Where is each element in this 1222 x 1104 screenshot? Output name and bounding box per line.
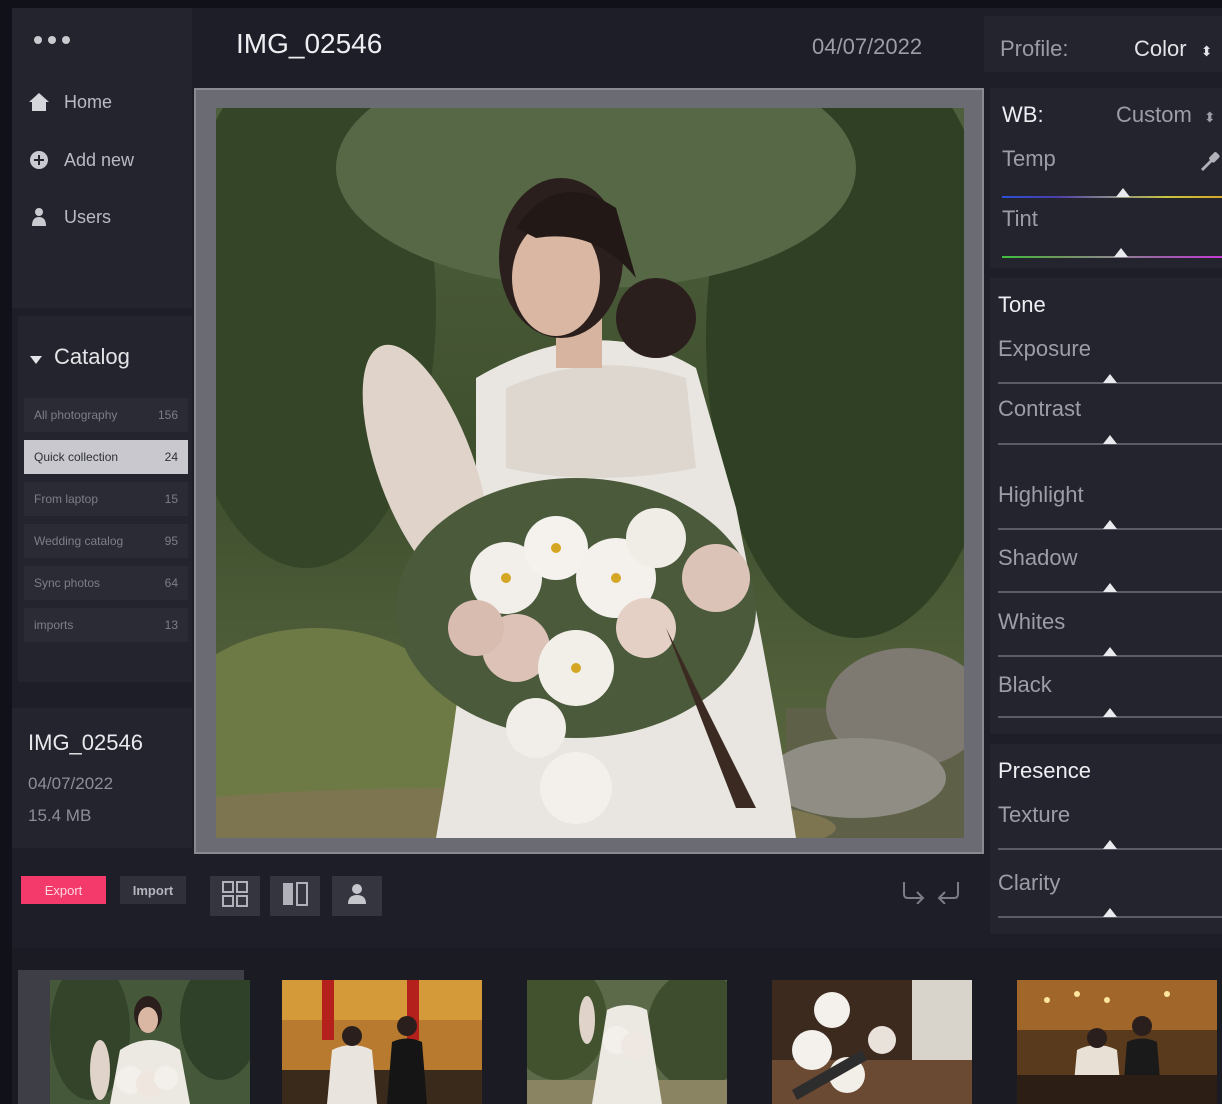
catalog-item-all-photography[interactable]: All photography 156: [24, 398, 188, 432]
home-icon: [28, 91, 50, 113]
main-photo[interactable]: [216, 108, 964, 838]
catalog-item-label: Wedding catalog: [34, 534, 124, 548]
caret-down-icon: [30, 344, 42, 370]
exposure-slider-thumb[interactable]: [1103, 374, 1117, 383]
user-icon: [28, 206, 50, 228]
presence-panel: Presence Texture Clarity: [990, 744, 1222, 934]
exposure-label: Exposure: [998, 336, 1091, 361]
shadow-slider-thumb[interactable]: [1103, 583, 1117, 592]
whites-slider-thumb[interactable]: [1103, 647, 1117, 656]
thumbnail-4[interactable]: [772, 980, 972, 1104]
file-info-date: 04/07/2022: [28, 774, 114, 793]
tint-slider-thumb[interactable]: [1113, 248, 1128, 257]
photo-editor-window: Home Add new Users Catalog All photograp…: [12, 8, 1222, 1104]
catalog-list: All photography 156 Quick collection 24 …: [24, 398, 188, 650]
catalog-item-quick-collection[interactable]: Quick collection 24: [24, 440, 188, 474]
undo-icon[interactable]: [934, 880, 962, 911]
catalog-item-count: 13: [164, 618, 178, 632]
redo-icon[interactable]: [900, 880, 928, 911]
catalog-item-from-laptop[interactable]: From laptop 15: [24, 482, 188, 516]
white-balance-panel: WB: Custom ⬍ Temp Tint: [990, 88, 1222, 268]
contrast-label: Contrast: [998, 396, 1082, 421]
tint-label: Tint: [1002, 206, 1038, 231]
select-arrows-icon: ⬍: [1200, 43, 1213, 59]
catalog-item-label: imports: [34, 618, 74, 632]
profile-label: Profile:: [1000, 36, 1069, 61]
temp-slider-thumb[interactable]: [1116, 188, 1130, 197]
compare-view-button[interactable]: [270, 876, 320, 916]
eyedropper-icon[interactable]: [1198, 150, 1220, 177]
wb-select[interactable]: Custom ⬍: [1116, 102, 1216, 128]
texture-slider-thumb[interactable]: [1103, 840, 1117, 849]
thumbnail-2[interactable]: [282, 980, 482, 1104]
catalog-item-count: 15: [164, 492, 178, 506]
shadow-label: Shadow: [998, 545, 1078, 570]
file-info-panel: IMG_02546 04/07/2022 15.4 MB: [12, 708, 192, 848]
profile-bar: Profile: Color ⬍: [984, 16, 1222, 72]
catalog-item-label: Sync photos: [34, 576, 101, 590]
wb-value: Custom: [1116, 102, 1192, 127]
thumbnail-1[interactable]: [50, 980, 250, 1104]
thumbnail-3[interactable]: [527, 980, 727, 1104]
presence-title: Presence: [998, 758, 1091, 783]
catalog-panel: Catalog All photography 156 Quick collec…: [18, 316, 192, 682]
nav-item-users[interactable]: Users: [28, 203, 111, 231]
catalog-item-count: 24: [164, 450, 178, 464]
filmstrip: [12, 948, 1222, 1104]
file-info-size: 15.4 MB: [28, 806, 92, 825]
nav-item-label: Add new: [64, 149, 135, 170]
export-button[interactable]: Export: [21, 876, 106, 904]
catalog-toggle[interactable]: Catalog: [30, 344, 130, 370]
catalog-item-count: 64: [164, 576, 178, 590]
black-slider-thumb[interactable]: [1103, 708, 1117, 717]
catalog-item-label: From laptop: [34, 492, 99, 506]
clarity-label: Clarity: [998, 870, 1061, 895]
temp-slider-track[interactable]: [1002, 196, 1222, 198]
black-label: Black: [998, 672, 1052, 697]
clarity-slider-thumb[interactable]: [1103, 908, 1117, 917]
grid-view-button[interactable]: [210, 876, 260, 916]
people-view-button[interactable]: [332, 876, 382, 916]
whites-label: Whites: [998, 609, 1066, 634]
highlight-label: Highlight: [998, 482, 1084, 507]
temp-label: Temp: [1002, 146, 1056, 171]
nav-panel: Home Add new Users: [12, 8, 192, 308]
contrast-slider-thumb[interactable]: [1103, 435, 1117, 444]
nav-item-home[interactable]: Home: [28, 88, 112, 116]
catalog-item-count: 156: [157, 408, 178, 422]
select-arrows-icon: ⬍: [1203, 109, 1216, 125]
import-button[interactable]: Import: [120, 876, 186, 904]
nav-item-label: Home: [64, 91, 113, 112]
more-menu-icon[interactable]: [34, 36, 70, 44]
tone-panel: Tone Exposure Contrast Highlight Shadow …: [990, 278, 1222, 734]
tint-slider-track[interactable]: [1002, 256, 1222, 258]
catalog-item-imports[interactable]: imports 13: [24, 608, 188, 642]
profile-value: Color: [1134, 36, 1187, 61]
compare-icon: [282, 881, 308, 912]
header-date: 04/07/2022: [812, 34, 923, 59]
nav-item-label: Users: [64, 206, 112, 227]
profile-select[interactable]: Color ⬍: [1134, 36, 1212, 62]
tone-title: Tone: [998, 292, 1046, 317]
catalog-item-wedding-catalog[interactable]: Wedding catalog 95: [24, 524, 188, 558]
catalog-item-count: 95: [164, 534, 178, 548]
nav-item-add-new[interactable]: Add new: [28, 146, 134, 174]
photo-canvas: [194, 88, 984, 854]
highlight-slider-thumb[interactable]: [1103, 520, 1117, 529]
file-info-name: IMG_02546: [28, 730, 143, 755]
person-icon: [347, 883, 367, 910]
grid-icon: [222, 880, 248, 912]
add-circle-icon: [28, 149, 50, 171]
history-controls: [900, 880, 962, 911]
catalog-item-label: Quick collection: [34, 450, 119, 464]
texture-label: Texture: [998, 802, 1071, 827]
wb-label: WB:: [1002, 102, 1044, 127]
thumbnail-5[interactable]: [1017, 980, 1217, 1104]
page-title: IMG_02546: [236, 28, 383, 59]
catalog-item-sync-photos[interactable]: Sync photos 64: [24, 566, 188, 600]
catalog-title: Catalog: [54, 344, 130, 369]
catalog-item-label: All photography: [34, 408, 118, 422]
